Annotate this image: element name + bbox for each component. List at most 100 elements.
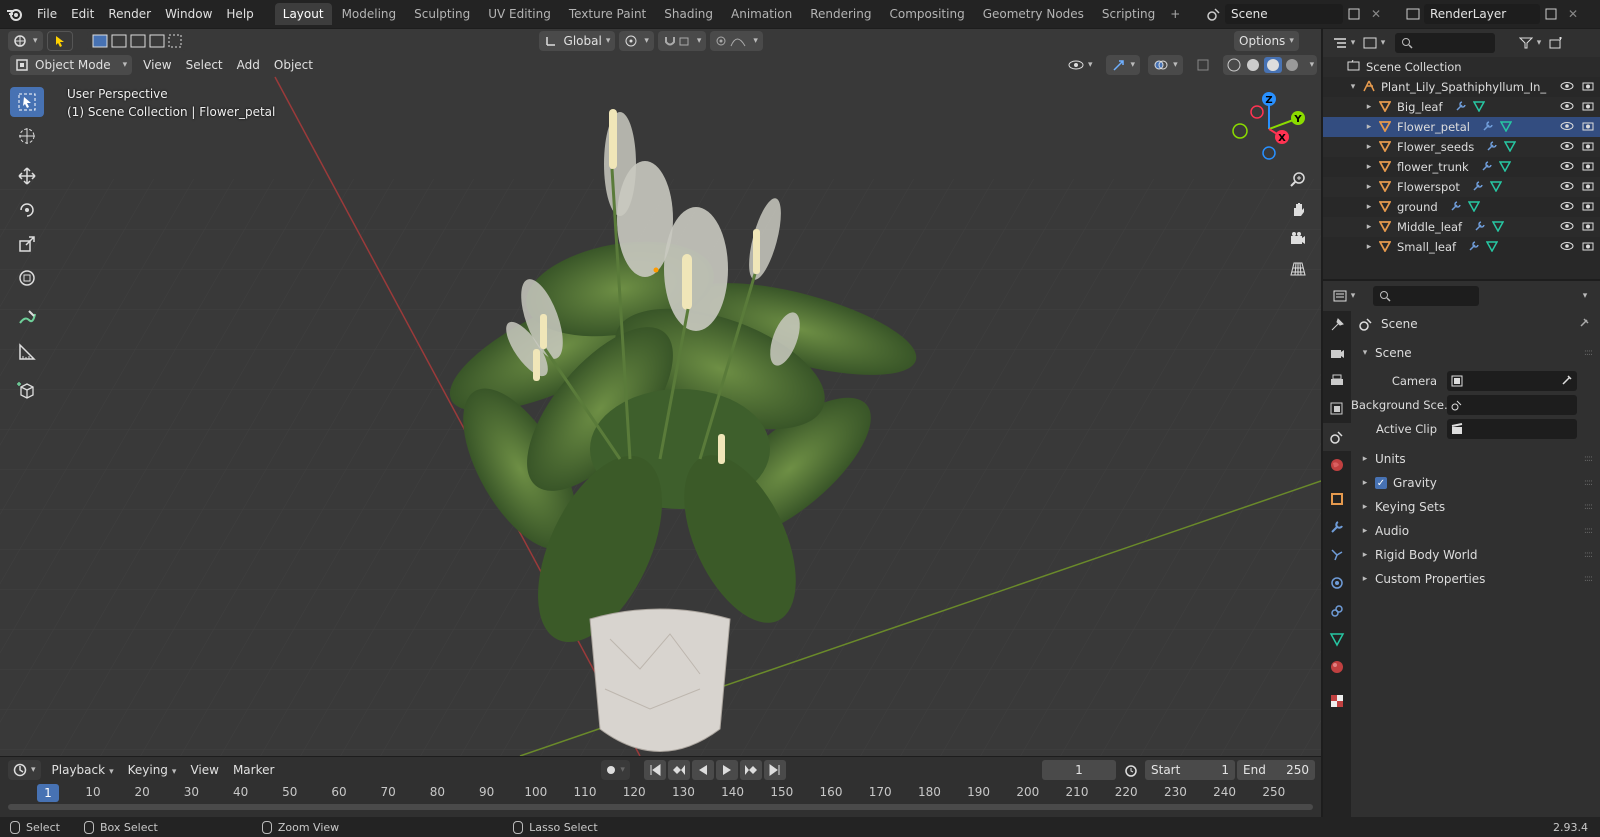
tab-tool[interactable] bbox=[1323, 311, 1351, 339]
tab-view-layer[interactable] bbox=[1323, 395, 1351, 423]
modifier-wrench-icon[interactable] bbox=[1482, 120, 1494, 135]
outliner-object-row[interactable]: ▸ Flowerspot bbox=[1323, 177, 1600, 197]
modifier-wrench-icon[interactable] bbox=[1468, 240, 1480, 255]
eye-icon[interactable] bbox=[1560, 80, 1574, 94]
tab-world[interactable] bbox=[1323, 451, 1351, 479]
camera-field[interactable] bbox=[1447, 371, 1577, 391]
tab-data[interactable] bbox=[1323, 625, 1351, 653]
keying-sets-panel-header[interactable]: ▸ Keying Sets:::: bbox=[1351, 495, 1600, 519]
modifier-wrench-icon[interactable] bbox=[1481, 160, 1493, 175]
tab-texture-paint[interactable]: Texture Paint bbox=[561, 3, 654, 25]
tab-constraints[interactable] bbox=[1323, 597, 1351, 625]
gizmo-toggle[interactable]: ▾ bbox=[1105, 55, 1141, 75]
3d-viewport[interactable]: ▾ Global ▾ ▾ ▾ ▾ Options ▾ Object Mode ▾ Vi… bbox=[0, 29, 1321, 756]
eye-icon[interactable] bbox=[1560, 220, 1574, 234]
mesh-data-icon[interactable] bbox=[1503, 140, 1517, 155]
marker-menu[interactable]: Marker bbox=[226, 763, 281, 777]
select-mode-button[interactable] bbox=[46, 31, 73, 51]
viewport-menu-select[interactable]: Select bbox=[179, 58, 230, 72]
outliner-object-row[interactable]: ▸ Flower_seeds bbox=[1323, 137, 1600, 157]
outliner-object-row[interactable]: ▸ Small_leaf bbox=[1323, 237, 1600, 257]
drag-grip-icon[interactable]: :::: bbox=[1584, 550, 1593, 560]
playback-menu[interactable]: Playback ▾ bbox=[45, 763, 121, 777]
new-collection-button[interactable] bbox=[1545, 33, 1567, 53]
drag-grip-icon[interactable]: :::: bbox=[1584, 454, 1593, 464]
properties-search-field[interactable] bbox=[1373, 286, 1479, 306]
modifier-wrench-icon[interactable] bbox=[1474, 220, 1486, 235]
expand-triangle-icon[interactable]: ▸ bbox=[1363, 242, 1375, 252]
mesh-data-icon[interactable] bbox=[1491, 220, 1505, 235]
gravity-checkbox[interactable]: ✓ bbox=[1375, 477, 1387, 489]
editor-type-button[interactable]: ▾ bbox=[8, 31, 43, 51]
viewport-menu-add[interactable]: Add bbox=[230, 58, 267, 72]
eye-icon[interactable] bbox=[1560, 180, 1574, 194]
mesh-data-icon[interactable] bbox=[1498, 160, 1511, 175]
camera-render-icon[interactable] bbox=[1582, 120, 1594, 134]
drag-grip-icon[interactable]: :::: bbox=[1584, 526, 1593, 536]
jump-end-button[interactable] bbox=[763, 760, 786, 780]
units-panel-header[interactable]: ▸ Units:::: bbox=[1351, 447, 1600, 471]
pivot-point-button[interactable]: ▾ bbox=[619, 31, 654, 51]
select-box-tool[interactable] bbox=[10, 87, 44, 117]
eye-icon[interactable] bbox=[1560, 140, 1574, 154]
properties-options-button[interactable]: ▾ bbox=[1572, 286, 1594, 306]
proportional-edit-button[interactable]: ▾ bbox=[710, 31, 763, 51]
tab-render[interactable] bbox=[1323, 339, 1351, 367]
tab-layout[interactable]: Layout bbox=[274, 3, 332, 25]
outliner-object-row[interactable]: ▸ Big_leaf bbox=[1323, 97, 1600, 117]
filter-button[interactable]: ▾ bbox=[1515, 33, 1545, 53]
tab-physics[interactable] bbox=[1323, 569, 1351, 597]
zoom-button[interactable] bbox=[1285, 166, 1311, 192]
menu-render[interactable]: Render bbox=[101, 0, 158, 28]
tab-geometry-nodes[interactable]: Geometry Nodes bbox=[975, 3, 1092, 25]
active-clip-field[interactable] bbox=[1447, 419, 1577, 439]
camera-render-icon[interactable] bbox=[1582, 80, 1594, 94]
viewport-menu-view[interactable]: View bbox=[136, 58, 178, 72]
menu-file[interactable]: File bbox=[30, 0, 64, 28]
snap-button[interactable]: ▾ bbox=[657, 31, 707, 51]
tab-particles[interactable] bbox=[1323, 541, 1351, 569]
tab-output[interactable] bbox=[1323, 367, 1351, 395]
custom-properties-panel-header[interactable]: ▸ Custom Properties:::: bbox=[1351, 567, 1600, 591]
current-frame-field[interactable]: 1 bbox=[1042, 760, 1116, 780]
camera-render-icon[interactable] bbox=[1582, 220, 1594, 234]
expand-triangle-icon[interactable]: ▾ bbox=[1347, 82, 1359, 92]
tab-material[interactable] bbox=[1323, 653, 1351, 681]
modifier-wrench-icon[interactable] bbox=[1472, 180, 1484, 195]
add-workspace-button[interactable]: + bbox=[1165, 3, 1185, 25]
timeline-editor-type-button[interactable]: ▾ bbox=[8, 760, 41, 780]
scale-tool[interactable] bbox=[10, 229, 44, 259]
eyedropper-icon[interactable] bbox=[1561, 374, 1573, 389]
drag-grip-icon[interactable]: :::: bbox=[1584, 502, 1593, 512]
timeline-scrollbar[interactable] bbox=[8, 804, 1313, 810]
timeline-view-menu[interactable]: View bbox=[183, 763, 225, 777]
perspective-toggle-button[interactable] bbox=[1285, 256, 1311, 282]
tab-animation[interactable]: Animation bbox=[723, 3, 800, 25]
eye-icon[interactable] bbox=[1560, 160, 1574, 174]
tab-modifiers[interactable] bbox=[1323, 513, 1351, 541]
tab-scene[interactable] bbox=[1323, 423, 1351, 451]
mesh-data-icon[interactable] bbox=[1499, 120, 1513, 135]
mesh-data-icon[interactable] bbox=[1489, 180, 1503, 195]
background-scene-field[interactable] bbox=[1447, 395, 1577, 415]
display-mode-button[interactable]: ▾ bbox=[1359, 33, 1389, 53]
scene-name-field[interactable]: Scene bbox=[1225, 4, 1343, 24]
camera-render-icon[interactable] bbox=[1582, 240, 1594, 254]
eye-icon[interactable] bbox=[1560, 120, 1574, 134]
start-frame-field[interactable]: Start 1 bbox=[1145, 760, 1235, 780]
frame-ruler[interactable]: 1 10 20 30 40 50 60 70 80 90 100 110 120 130 140 150 16… bbox=[0, 783, 1321, 803]
menu-help[interactable]: Help bbox=[219, 0, 260, 28]
eye-icon[interactable] bbox=[1560, 100, 1574, 114]
camera-render-icon[interactable] bbox=[1582, 100, 1594, 114]
tab-uv-editing[interactable]: UV Editing bbox=[480, 3, 559, 25]
tab-object[interactable] bbox=[1323, 485, 1351, 513]
rotate-tool[interactable] bbox=[10, 195, 44, 225]
jump-start-button[interactable] bbox=[643, 760, 666, 780]
expand-triangle-icon[interactable]: ▸ bbox=[1363, 102, 1375, 112]
mesh-data-icon[interactable] bbox=[1485, 240, 1499, 255]
delete-scene-icon[interactable]: ✕ bbox=[1365, 4, 1387, 24]
camera-view-button[interactable] bbox=[1285, 226, 1311, 252]
measure-tool[interactable] bbox=[10, 337, 44, 367]
keying-menu[interactable]: Keying ▾ bbox=[121, 763, 184, 777]
drag-grip-icon[interactable]: :::: bbox=[1584, 478, 1593, 488]
